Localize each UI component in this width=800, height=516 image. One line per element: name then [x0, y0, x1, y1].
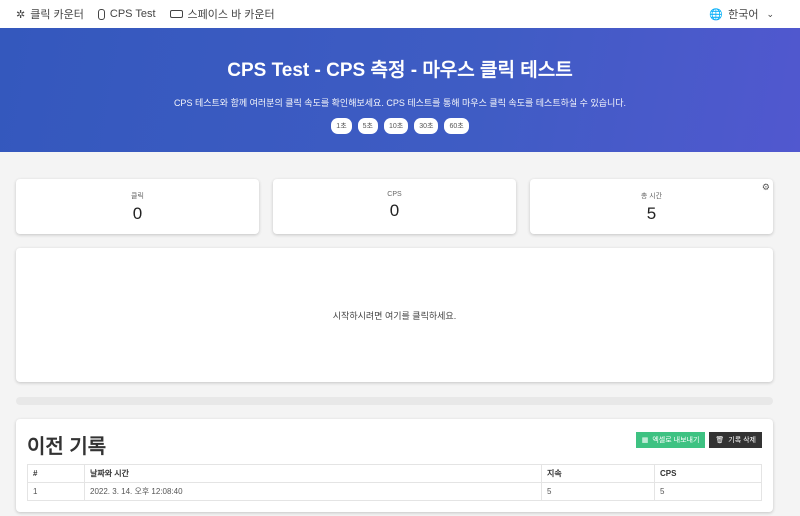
duration-10s[interactable]: 10초	[383, 118, 409, 134]
time-value: 5	[646, 204, 657, 223]
table-header: # 날짜와 시간 지속 CPS	[27, 464, 762, 483]
table-icon: ▦	[641, 437, 649, 444]
trash-icon: 🗑	[715, 437, 725, 444]
table-row: 1 2022. 3. 14. 오후 12:08:40 5 5	[27, 482, 762, 501]
duration-30s[interactable]: 30초	[414, 118, 439, 134]
cps-value: 0	[389, 201, 400, 220]
mouse-icon	[97, 8, 105, 20]
keyboard-icon	[169, 10, 183, 18]
history-card: 이전 기록 ▦ 엑셀로 내보내기 🗑 기록 삭제 # 날짜와 시간 지속 CPS 1…	[16, 419, 773, 512]
progress-bar	[16, 397, 773, 405]
clicks-card: 클릭 0	[16, 179, 259, 234]
nav-click-counter[interactable]: ✲ 클릭 카운터	[16, 6, 84, 22]
duration-5s[interactable]: 5초	[357, 118, 378, 134]
clicks-value: 0	[132, 204, 143, 223]
cps-card: CPS 0	[273, 179, 516, 234]
export-excel-button[interactable]: ▦ 엑셀로 내보내기	[635, 432, 706, 448]
sparkle-icon: ✲	[16, 8, 26, 21]
duration-60s[interactable]: 60초	[444, 118, 469, 134]
history-table: # 날짜와 시간 지속 CPS 1 2022. 3. 14. 오후 12:08:…	[27, 464, 762, 501]
page-title: CPS Test - CPS 측정 - 마우스 클릭 테스트	[227, 60, 573, 81]
hero: CPS Test - CPS 측정 - 마우스 클릭 테스트 CPS 테스트와 …	[0, 28, 800, 152]
delete-history-button[interactable]: 🗑 기록 삭제	[709, 432, 762, 448]
nav-spacebar-counter[interactable]: 스페이스 바 카운터	[169, 6, 275, 22]
nav-cps-test[interactable]: CPS Test	[97, 8, 156, 20]
gear-icon[interactable]: ⚙	[762, 182, 770, 193]
time-card: ⚙ 총 시간 5	[530, 179, 773, 234]
history-title: 이전 기록	[27, 436, 107, 458]
language-select[interactable]: 🌐 한국어 ⌄	[709, 6, 774, 22]
page-subtitle: CPS 테스트와 함께 여러분의 클릭 속도를 확인해보세요. CPS 테스트를…	[173, 98, 627, 108]
duration-1s[interactable]: 1초	[331, 118, 352, 134]
chevron-down-icon: ⌄	[766, 8, 774, 19]
top-nav: ✲ 클릭 카운터 CPS Test 스페이스 바 카운터 🌐 한국어 ⌄	[0, 0, 800, 28]
click-area[interactable]: 시작하시려면 여기를 클릭하세요.	[16, 248, 773, 382]
globe-icon: 🌐	[709, 8, 724, 21]
